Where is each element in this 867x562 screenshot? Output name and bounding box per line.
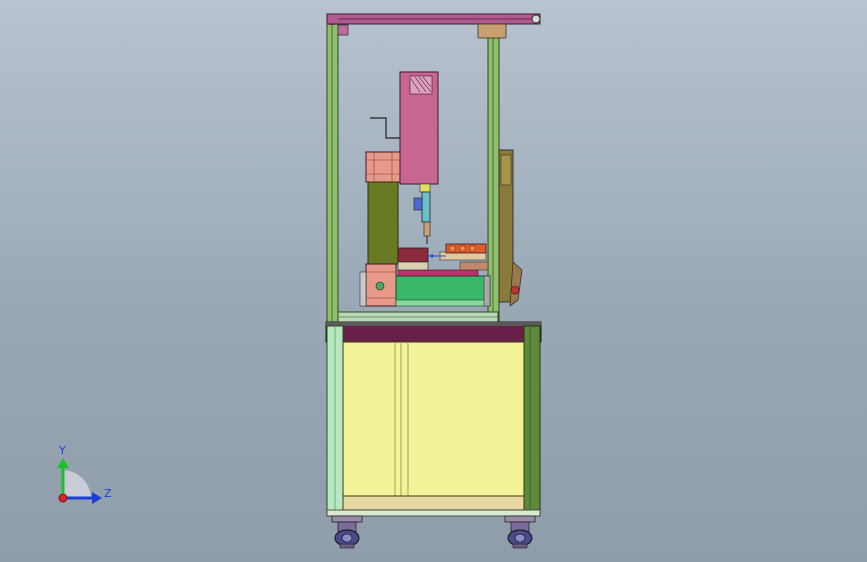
- z-axis-arrow-icon: [92, 492, 102, 504]
- cabinet-front-panel: [342, 341, 525, 497]
- spindle-tool: [421, 191, 431, 223]
- column-block: [367, 181, 399, 265]
- cabinet-base-rail: [342, 495, 525, 511]
- side-knob: [510, 285, 520, 295]
- caster-right: [504, 515, 536, 549]
- cabinet-right-side: [523, 325, 541, 517]
- cable: [370, 117, 400, 139]
- side-panel-assembly: [498, 149, 523, 307]
- y-axis-arrow-icon: [57, 458, 69, 468]
- triad-arc: [62, 469, 92, 499]
- caster-left: [331, 515, 363, 549]
- fixture-block: [397, 247, 429, 263]
- cad-viewport[interactable]: Y Z: [0, 0, 867, 562]
- beam-end-cap: [531, 14, 541, 24]
- view-triad[interactable]: Y Z: [57, 444, 112, 504]
- gantry-top-block: [365, 151, 401, 183]
- x-axis-dot-icon: [58, 493, 68, 503]
- y-axis-label: Y: [58, 444, 66, 457]
- machine-assembly: [359, 71, 491, 307]
- z-axis-label: Z: [104, 487, 112, 500]
- cabinet: [325, 321, 542, 517]
